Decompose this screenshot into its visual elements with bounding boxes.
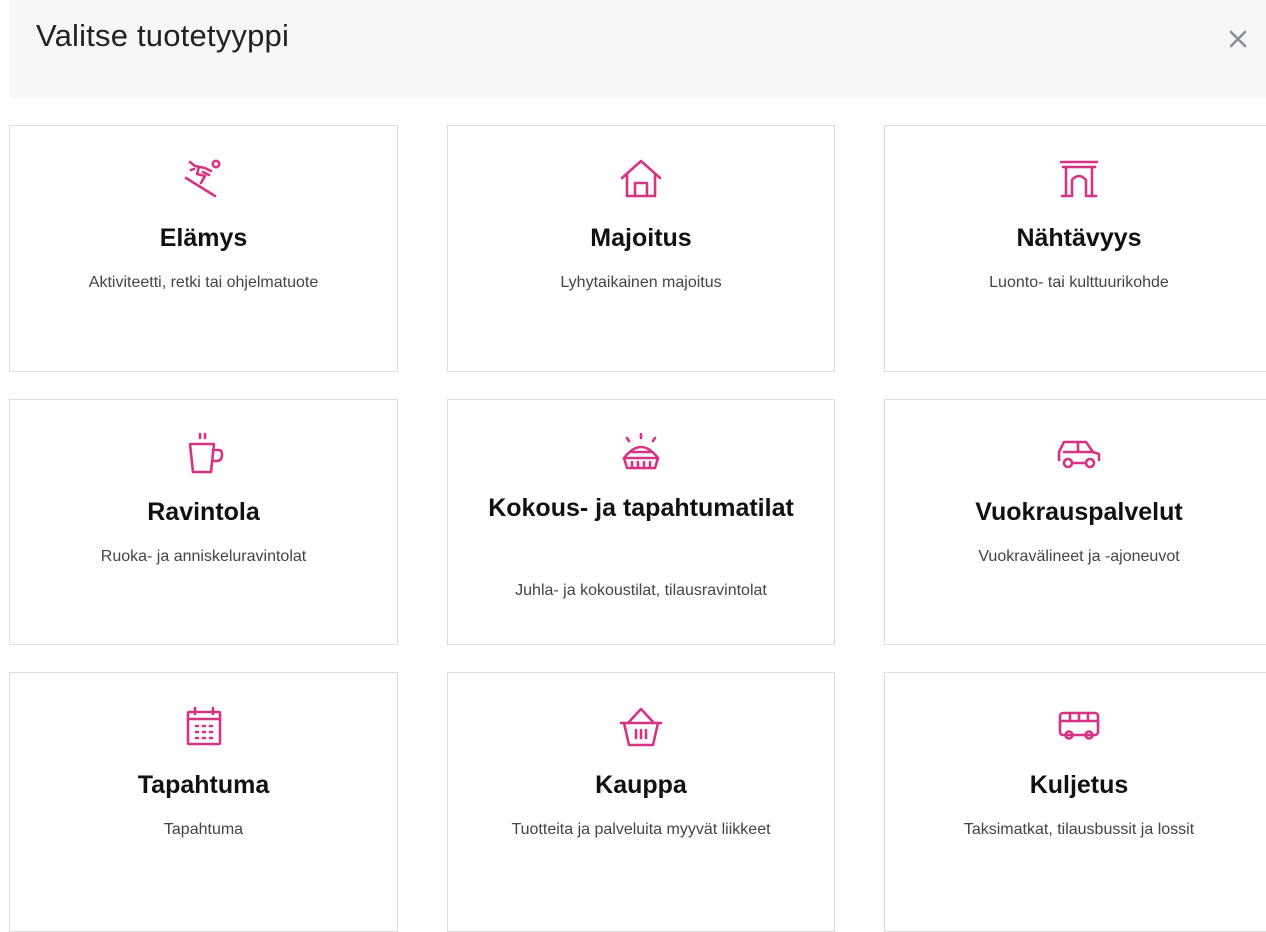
card-description: Vuokravälineet ja -ajoneuvot — [978, 548, 1180, 565]
dialog-title: Valitse tuotetyyppi — [36, 18, 290, 53]
car-icon — [1056, 430, 1102, 476]
house-icon — [618, 156, 664, 202]
product-type-card-elamys[interactable]: Elämys Aktiviteetti, retki tai ohjelmatu… — [9, 125, 398, 372]
product-type-card-nahtavyys[interactable]: Nähtävyys Luonto- tai kulttuurikohde — [884, 125, 1266, 372]
dialog-header: Valitse tuotetyyppi — [10, 0, 1266, 98]
card-description: Taksimatkat, tilausbussit ja lossit — [963, 821, 1195, 838]
skier-icon — [181, 156, 227, 202]
card-description: Luonto- tai kulttuurikohde — [989, 274, 1169, 291]
product-type-card-majoitus[interactable]: Majoitus Lyhytaikainen majoitus — [447, 125, 835, 372]
card-title: Tapahtuma — [137, 771, 270, 799]
close-icon[interactable] — [1221, 22, 1255, 56]
card-title: Kuljetus — [1029, 771, 1129, 799]
card-title: Kokous- ja tapahtumatilat — [488, 494, 794, 522]
card-description: Lyhytaikainen majoitus — [560, 274, 722, 291]
card-description: Ruoka- ja anniskeluravintolat — [100, 548, 307, 565]
card-title: Nähtävyys — [1016, 224, 1142, 252]
card-title: Vuokrauspalvelut — [975, 498, 1183, 526]
product-type-card-ravintola[interactable]: Ravintola Ruoka- ja anniskeluravintolat — [9, 399, 398, 645]
product-type-card-kokous[interactable]: Kokous- ja tapahtumatilat Juhla- ja koko… — [447, 399, 835, 645]
product-type-card-kauppa[interactable]: Kauppa Tuotteita ja palveluita myyvät li… — [447, 672, 835, 932]
product-type-card-kuljetus[interactable]: Kuljetus Taksimatkat, tilausbussit ja lo… — [884, 672, 1266, 932]
bus-icon — [1056, 703, 1102, 749]
card-description: Aktiviteetti, retki tai ohjelmatuote — [88, 274, 319, 291]
gate-icon — [1056, 156, 1102, 202]
card-description: Tapahtuma — [163, 821, 244, 838]
product-type-card-vuokrauspalvelut[interactable]: Vuokrauspalvelut Vuokravälineet ja -ajon… — [884, 399, 1266, 645]
card-description: Juhla- ja kokoustilat, tilausravintolat — [515, 582, 767, 599]
coffee-cup-icon — [181, 430, 227, 476]
card-title: Majoitus — [590, 224, 692, 252]
calendar-icon — [181, 703, 227, 749]
product-type-card-tapahtuma[interactable]: Tapahtuma Tapahtuma — [9, 672, 398, 932]
basket-icon — [618, 703, 664, 749]
card-title: Elämys — [159, 224, 248, 252]
card-description: Tuotteita ja palveluita myyvät liikkeet — [511, 821, 771, 838]
venue-icon — [618, 430, 664, 476]
card-title: Kauppa — [595, 771, 687, 799]
card-title: Ravintola — [147, 498, 260, 526]
